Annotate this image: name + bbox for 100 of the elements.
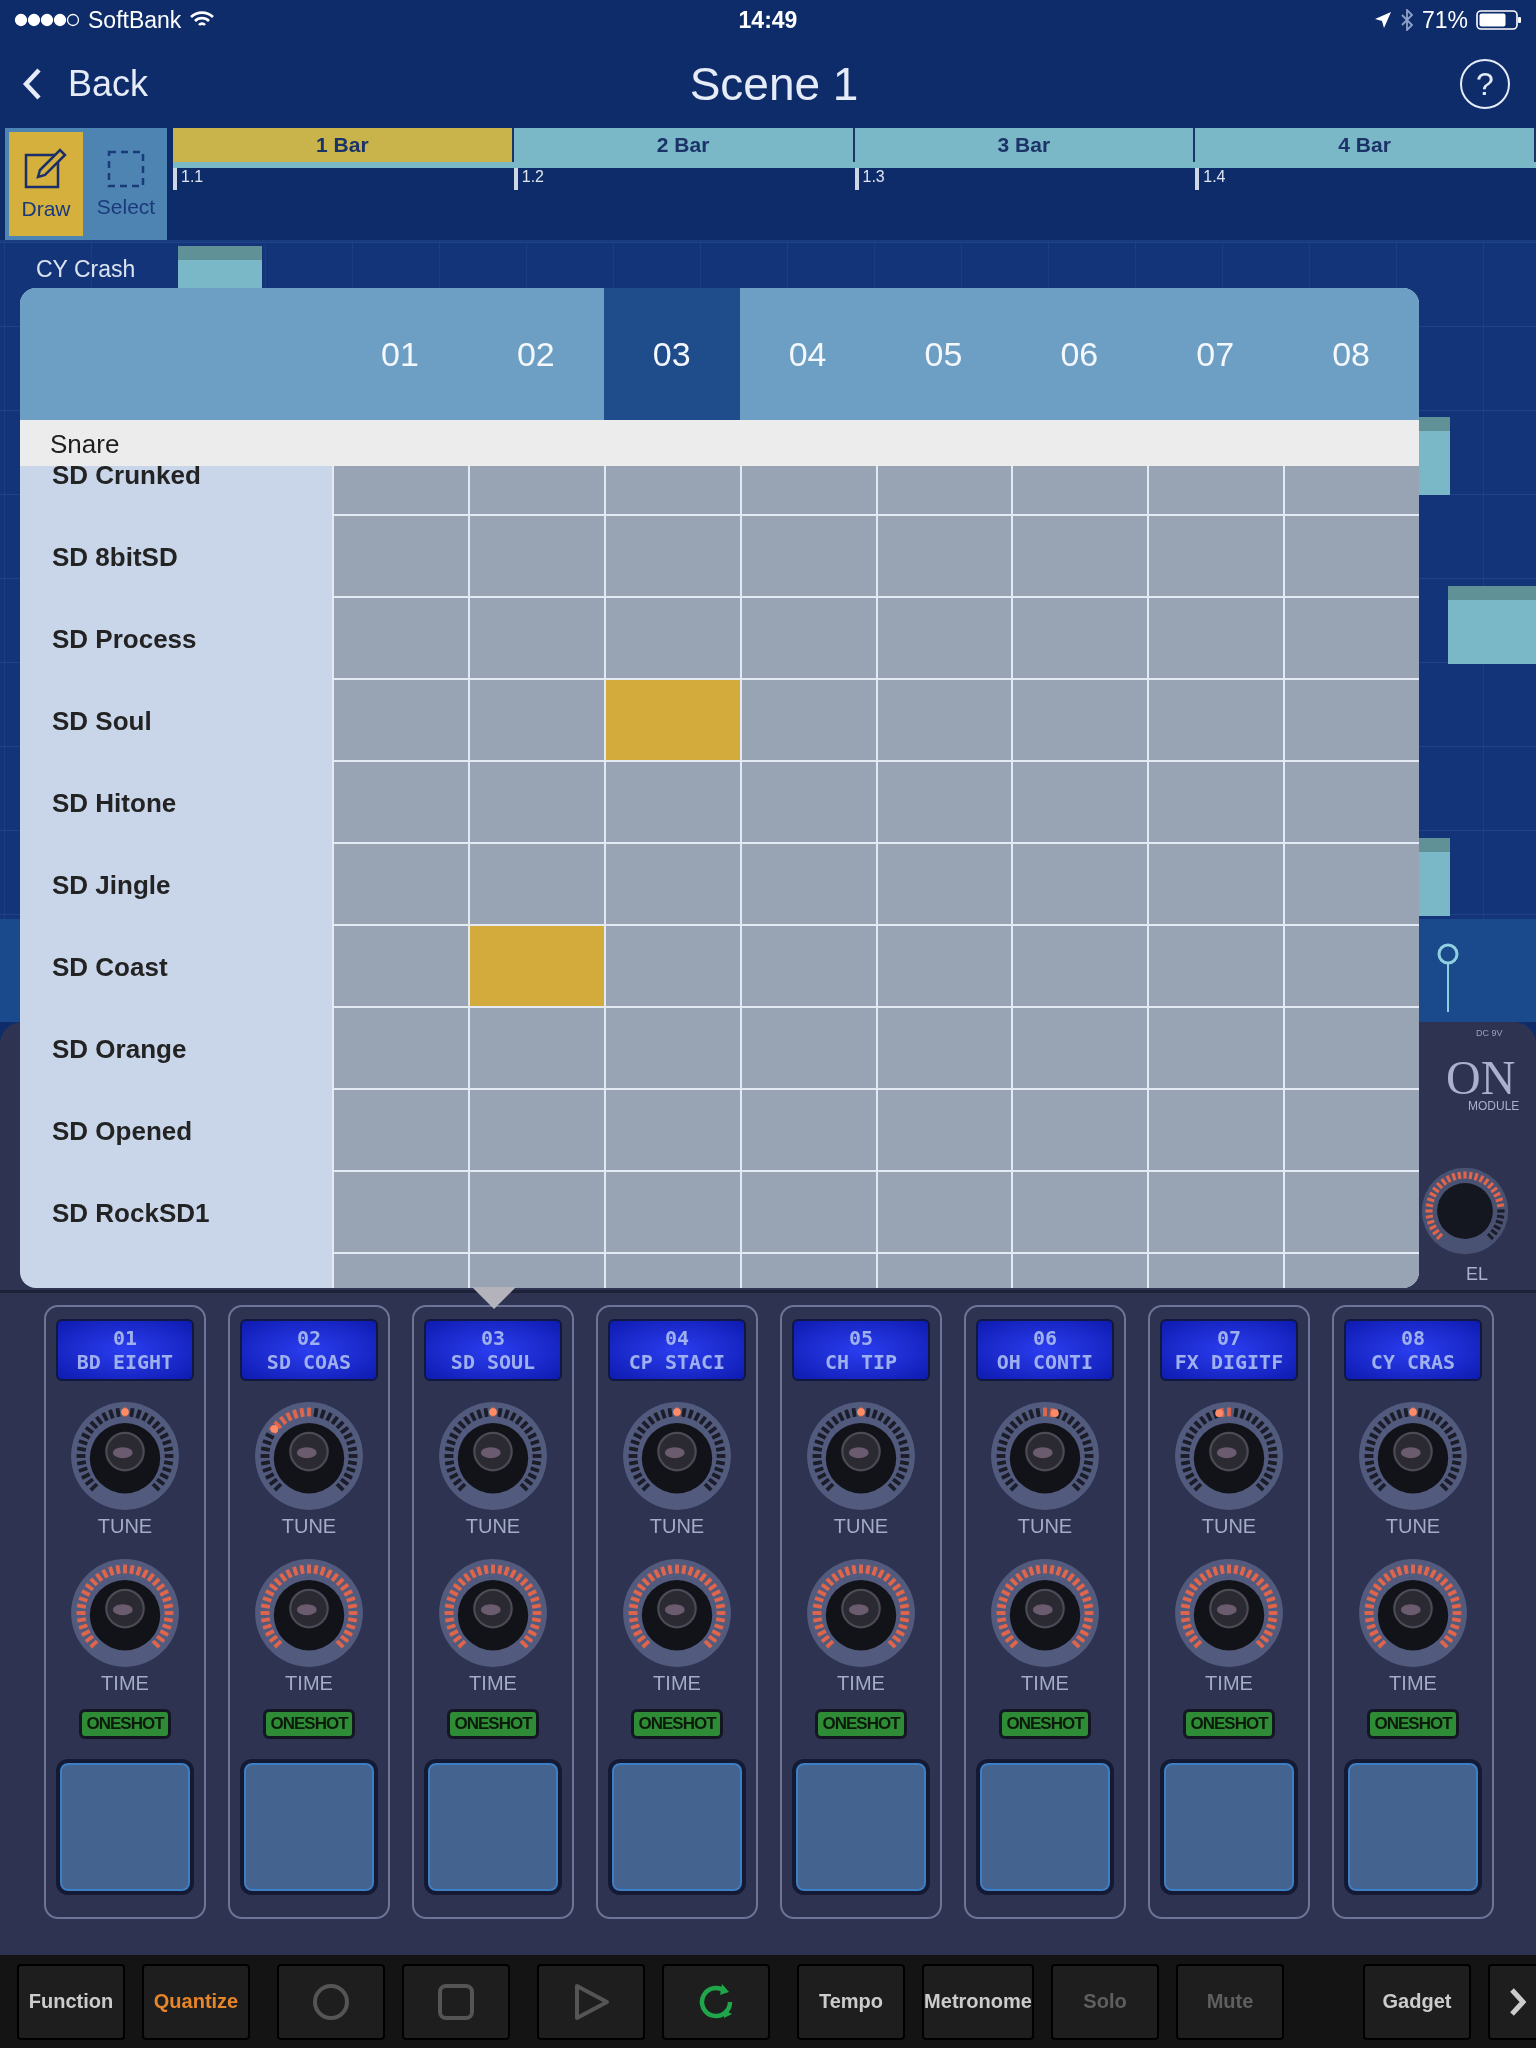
toolbar-button[interactable]: Function	[17, 1963, 125, 2040]
grid-cell[interactable]	[603, 1090, 740, 1172]
sound-name[interactable]: SD Hitone	[20, 762, 332, 844]
back-button[interactable]: Back	[22, 63, 149, 105]
tune-knob[interactable]	[1174, 1401, 1284, 1511]
grid-cell[interactable]	[603, 1172, 740, 1254]
grid-cell[interactable]	[1283, 926, 1419, 1008]
grid-cell[interactable]	[332, 516, 468, 598]
tune-knob[interactable]	[438, 1401, 548, 1511]
time-knob[interactable]	[806, 1558, 916, 1668]
time-knob[interactable]	[254, 1558, 364, 1668]
sound-name[interactable]: SD Crunked	[20, 466, 332, 516]
oneshot-toggle[interactable]: ONESHOT	[447, 1709, 539, 1739]
grid-cell[interactable]	[1011, 1172, 1148, 1254]
grid-cell[interactable]	[739, 926, 876, 1008]
help-button[interactable]: ?	[1460, 59, 1510, 109]
grid-cell[interactable]	[739, 844, 876, 926]
grid-cell[interactable]	[739, 1008, 876, 1090]
drum-pad[interactable]	[976, 1759, 1114, 1895]
drum-pad[interactable]	[1160, 1759, 1298, 1895]
grid-cell[interactable]	[603, 680, 740, 762]
grid-cell[interactable]	[739, 1172, 876, 1254]
grid-cell[interactable]	[1011, 516, 1148, 598]
oneshot-toggle[interactable]: ONESHOT	[999, 1709, 1091, 1739]
grid-cell[interactable]	[603, 516, 740, 598]
pad-tab[interactable]: 03	[603, 288, 740, 420]
toolbar-button[interactable]: Metronome	[922, 1963, 1034, 2040]
oneshot-toggle[interactable]: ONESHOT	[1367, 1709, 1459, 1739]
oneshot-toggle[interactable]: ONESHOT	[815, 1709, 907, 1739]
grid-cell[interactable]	[739, 1090, 876, 1172]
grid-cell[interactable]	[1147, 680, 1284, 762]
grid-cell[interactable]	[875, 680, 1012, 762]
grid-cell[interactable]	[1147, 1090, 1284, 1172]
grid-cell[interactable]	[875, 1172, 1012, 1254]
toolbar-button[interactable]: Quantize	[142, 1963, 250, 2040]
sound-name[interactable]: SD Orange	[20, 1008, 332, 1090]
grid-cell[interactable]	[603, 926, 740, 1008]
grid-cell[interactable]	[332, 762, 468, 844]
grid-cell[interactable]	[1283, 516, 1419, 598]
bar-tab[interactable]: 2 Bar	[513, 128, 855, 162]
grid-cell[interactable]	[467, 844, 604, 926]
grid-cell[interactable]	[603, 762, 740, 844]
tune-knob[interactable]	[1358, 1401, 1468, 1511]
grid-cell[interactable]	[603, 598, 740, 680]
sound-name[interactable]: SD RockSD1	[20, 1172, 332, 1254]
grid-cell[interactable]	[467, 926, 604, 1008]
grid-cell[interactable]	[1011, 1090, 1148, 1172]
grid-cell[interactable]	[739, 598, 876, 680]
grid-cell[interactable]	[1011, 1008, 1148, 1090]
grid-cell[interactable]	[332, 598, 468, 680]
draw-tool-button[interactable]: Draw	[9, 132, 83, 236]
grid-cell[interactable]	[1011, 844, 1148, 926]
loop-button[interactable]	[662, 1963, 770, 2040]
tune-knob[interactable]	[254, 1401, 364, 1511]
grid-cell[interactable]	[1283, 1172, 1419, 1254]
grid-cell[interactable]	[332, 1172, 468, 1254]
grid-cell[interactable]	[1147, 844, 1284, 926]
grid-cell[interactable]	[467, 762, 604, 844]
grid-cell[interactable]	[467, 1172, 604, 1254]
grid-cell[interactable]	[1011, 598, 1148, 680]
grid-cell[interactable]	[875, 762, 1012, 844]
grid-cell[interactable]	[467, 680, 604, 762]
next-button[interactable]	[1488, 1963, 1536, 2040]
grid-cell[interactable]	[1283, 598, 1419, 680]
tune-knob[interactable]	[70, 1401, 180, 1511]
tune-knob[interactable]	[990, 1401, 1100, 1511]
grid-cell[interactable]	[875, 1090, 1012, 1172]
grid-cell[interactable]	[1147, 1172, 1284, 1254]
grid-cell[interactable]	[875, 516, 1012, 598]
time-knob[interactable]	[70, 1558, 180, 1668]
grid-cell[interactable]	[332, 680, 468, 762]
tune-knob[interactable]	[806, 1401, 916, 1511]
grid-cell[interactable]	[875, 926, 1012, 1008]
sound-name[interactable]: SD Coast	[20, 926, 332, 1008]
record-button[interactable]	[277, 1963, 385, 2040]
grid-cell[interactable]	[1147, 598, 1284, 680]
grid-cell[interactable]	[875, 844, 1012, 926]
drum-pad[interactable]	[1344, 1759, 1482, 1895]
drum-pad[interactable]	[424, 1759, 562, 1895]
grid-cell[interactable]	[332, 1008, 468, 1090]
sound-name[interactable]: SD 8bitSD	[20, 516, 332, 598]
toolbar-button[interactable]: Tempo	[797, 1963, 905, 2040]
grid-cell[interactable]	[1283, 1090, 1419, 1172]
oneshot-toggle[interactable]: ONESHOT	[1183, 1709, 1275, 1739]
drum-pad[interactable]	[792, 1759, 930, 1895]
grid-cell[interactable]	[467, 516, 604, 598]
tune-knob[interactable]	[622, 1401, 732, 1511]
grid-cell[interactable]	[603, 844, 740, 926]
grid-cell[interactable]	[739, 516, 876, 598]
grid-cell[interactable]	[1147, 516, 1284, 598]
bar-tab[interactable]: 1 Bar	[173, 128, 514, 162]
time-knob[interactable]	[990, 1558, 1100, 1668]
play-button[interactable]	[537, 1963, 645, 2040]
grid-cell[interactable]	[1011, 680, 1148, 762]
grid-cell[interactable]	[1147, 926, 1284, 1008]
grid-cell[interactable]	[1147, 762, 1284, 844]
grid-cell[interactable]	[1011, 762, 1148, 844]
grid-cell[interactable]	[467, 1090, 604, 1172]
stop-button[interactable]	[402, 1963, 510, 2040]
grid-cell[interactable]	[1147, 1008, 1284, 1090]
